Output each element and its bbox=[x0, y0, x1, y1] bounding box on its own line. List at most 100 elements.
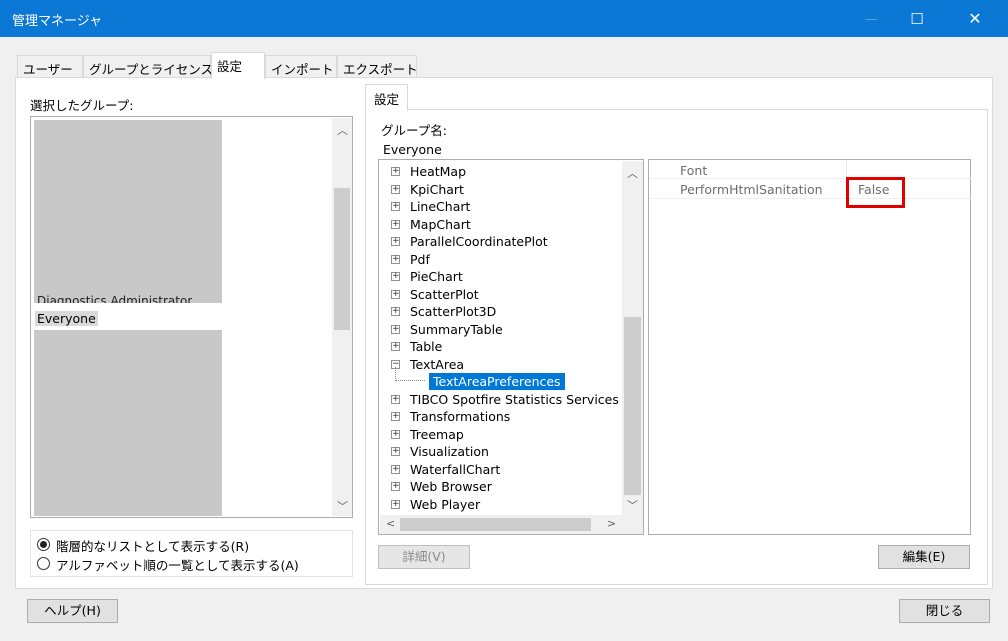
tree-item[interactable]: + Web Player bbox=[379, 496, 622, 513]
scroll-left-icon[interactable]: < bbox=[386, 517, 395, 530]
tree-item[interactable]: TextAreaPreferences bbox=[379, 367, 622, 390]
tree-item[interactable]: + Transformations bbox=[379, 408, 622, 425]
tree-item[interactable]: + SummaryTable bbox=[379, 321, 622, 338]
tab-label: 設定 bbox=[374, 92, 400, 107]
tab-groups-licenses[interactable]: グループとライセンス bbox=[83, 55, 214, 77]
group-name-label: グループ名: bbox=[381, 123, 447, 138]
expand-icon[interactable]: + bbox=[391, 464, 400, 474]
expand-icon[interactable]: + bbox=[391, 254, 400, 264]
tree-item-label: Visualization bbox=[410, 444, 489, 459]
expand-icon[interactable]: + bbox=[391, 324, 400, 334]
scroll-up-icon[interactable]: ︿ bbox=[337, 122, 348, 138]
tree-item-label: ParallelCoordinatePlot bbox=[410, 234, 548, 249]
tree-item[interactable]: + ParallelCoordinatePlot bbox=[379, 233, 622, 250]
tree-item-label: SummaryTable bbox=[410, 321, 503, 337]
tab-users[interactable]: ユーザー bbox=[17, 55, 83, 77]
tree-item[interactable]: + TIBCO Spotfire Statistics Services bbox=[379, 391, 622, 408]
expand-icon[interactable]: + bbox=[391, 412, 400, 421]
scroll-thumb[interactable] bbox=[624, 317, 641, 495]
tree-item[interactable]: + Web Browser bbox=[379, 478, 622, 495]
tree-vertical-scrollbar[interactable]: ︿ ﹀ bbox=[622, 161, 643, 516]
vertical-scrollbar[interactable]: ︿ ﹀ bbox=[332, 118, 352, 516]
radio-alphabetical-label[interactable]: アルファベット順の一覧として表示する(A) bbox=[56, 555, 299, 574]
scroll-corner bbox=[623, 515, 643, 534]
tab-export[interactable]: エクスポート bbox=[337, 55, 418, 77]
tree-horizontal-scrollbar[interactable]: < > bbox=[380, 515, 623, 534]
details-button[interactable]: 詳細(V) bbox=[378, 545, 470, 569]
expand-icon[interactable]: + bbox=[391, 289, 400, 299]
scroll-down-icon[interactable]: ﹀ bbox=[337, 498, 348, 514]
expand-icon[interactable]: + bbox=[391, 394, 400, 404]
settings-tree[interactable]: + HeatMap + KpiChart + LineChart + MapChart + Par… bbox=[378, 159, 644, 535]
tree-item[interactable]: + Treemap bbox=[379, 426, 622, 443]
tree-item-label: PieChart bbox=[410, 269, 463, 284]
tab-settings[interactable]: 設定 bbox=[211, 52, 265, 79]
redacted-area bbox=[34, 120, 222, 303]
property-row[interactable]: Font bbox=[650, 161, 971, 179]
tree-connector bbox=[395, 367, 425, 381]
close-button[interactable]: 閉じる bbox=[899, 599, 990, 623]
tree-item-label: HeatMap bbox=[410, 164, 467, 179]
tree-item[interactable]: + PieChart bbox=[379, 268, 622, 285]
selected-groups-label: 選択したグループ: bbox=[30, 98, 134, 113]
expand-icon[interactable]: + bbox=[391, 219, 400, 229]
help-button[interactable]: ヘルプ(H) bbox=[27, 599, 118, 623]
scroll-up-icon[interactable]: ︿ bbox=[627, 165, 638, 181]
list-item[interactable]: Diagnostics Administrator bbox=[37, 295, 192, 303]
expand-icon[interactable]: + bbox=[391, 342, 400, 351]
group-list[interactable]: Diagnostics Administrator Everyone ︿ ﹀ bbox=[30, 116, 353, 518]
expand-icon[interactable]: + bbox=[391, 272, 400, 281]
scroll-down-icon[interactable]: ﹀ bbox=[627, 497, 638, 513]
scroll-right-icon[interactable]: > bbox=[607, 517, 616, 530]
highlight-box bbox=[846, 177, 905, 208]
tab-label: インポート bbox=[271, 62, 334, 77]
edit-button[interactable]: 編集(E) bbox=[878, 545, 970, 569]
maximize-icon: ☐ bbox=[910, 9, 924, 28]
radio-hierarchical-label[interactable]: 階層的なリストとして表示する(R) bbox=[56, 536, 249, 555]
expand-icon[interactable]: + bbox=[391, 429, 400, 439]
expand-icon[interactable]: + bbox=[391, 202, 400, 211]
tree-item[interactable]: + LineChart bbox=[379, 198, 622, 215]
scroll-thumb[interactable] bbox=[400, 518, 591, 531]
tree-item[interactable]: + MapChart bbox=[379, 216, 622, 233]
window-title: 管理マネージャ bbox=[12, 14, 103, 29]
tree-item-label: Table bbox=[410, 339, 443, 354]
expand-icon[interactable]: + bbox=[391, 499, 400, 509]
tree-item-label: MapChart bbox=[410, 216, 471, 232]
expand-icon[interactable]: + bbox=[391, 237, 400, 246]
tree-item-label: ScatterPlot3D bbox=[410, 304, 497, 319]
list-item-selected[interactable]: Everyone bbox=[35, 311, 98, 326]
radio-alphabetical[interactable] bbox=[37, 557, 50, 570]
tree-item-label: Pdf bbox=[410, 251, 430, 267]
tab-settings-inner[interactable]: 設定 bbox=[365, 84, 409, 111]
tree-item[interactable]: + ScatterPlot bbox=[379, 286, 622, 303]
tree-item[interactable]: + Table bbox=[379, 338, 622, 355]
expand-icon[interactable]: + bbox=[391, 184, 400, 194]
tab-import[interactable]: インポート bbox=[265, 55, 337, 77]
expand-icon[interactable]: + bbox=[391, 167, 400, 176]
property-grid[interactable]: Font PerformHtmlSanitation False bbox=[648, 159, 971, 535]
close-icon: ✕ bbox=[968, 9, 982, 28]
tree-item-label: Transformations bbox=[410, 409, 511, 424]
group-name-value: Everyone bbox=[383, 142, 442, 157]
tree-item[interactable]: + WaterfallChart bbox=[379, 461, 622, 478]
tree-item[interactable]: + HeatMap bbox=[379, 163, 622, 180]
minimize-button[interactable]: — bbox=[848, 0, 894, 37]
close-window-button[interactable]: ✕ bbox=[952, 0, 998, 37]
tree-item-label: Web Browser bbox=[410, 479, 492, 494]
expand-icon[interactable]: + bbox=[391, 482, 400, 491]
title-bar: 管理マネージャ — ☐ ✕ bbox=[0, 0, 1008, 37]
radio-hierarchical[interactable] bbox=[37, 538, 50, 551]
tab-label: グループとライセンス bbox=[89, 62, 214, 77]
maximize-button[interactable]: ☐ bbox=[894, 0, 940, 37]
scroll-thumb[interactable] bbox=[334, 188, 350, 330]
property-row[interactable]: PerformHtmlSanitation False bbox=[650, 180, 971, 199]
tree-item[interactable]: + ScatterPlot3D bbox=[379, 303, 622, 320]
tree-item-label: Treemap bbox=[410, 426, 464, 442]
expand-icon[interactable]: + bbox=[391, 447, 400, 456]
tree-item[interactable]: + Pdf bbox=[379, 251, 622, 268]
tree-item[interactable]: + Visualization bbox=[379, 443, 622, 460]
tree-item[interactable]: + KpiChart bbox=[379, 181, 622, 198]
expand-icon[interactable]: + bbox=[391, 307, 400, 316]
display-options: 階層的なリストとして表示する(R) アルファベット順の一覧として表示する(A) bbox=[30, 530, 353, 577]
